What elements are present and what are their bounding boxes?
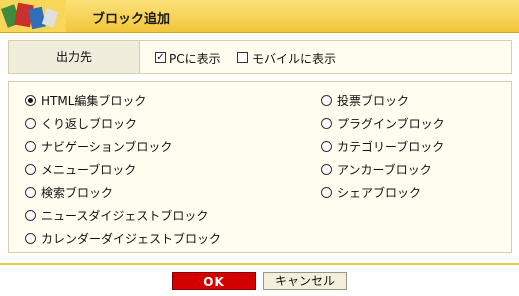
radio-button[interactable]	[25, 210, 36, 221]
block-option-label[interactable]: シェアブロック	[337, 185, 421, 201]
block-option-label[interactable]: メニューブロック	[41, 162, 136, 178]
block-option-label[interactable]: 検索ブロック	[41, 185, 113, 201]
radio-button[interactable]	[321, 187, 332, 198]
output-destination-row: 出力先 ✓ PCに表示 モバイルに表示	[8, 40, 512, 74]
cancel-button[interactable]: キャンセル	[263, 272, 347, 290]
radio-button[interactable]	[25, 187, 36, 198]
pc-display-label[interactable]: PCに表示	[169, 50, 221, 67]
radio-button[interactable]	[25, 95, 36, 106]
title-bar: ブロック追加	[0, 0, 519, 33]
radio-button[interactable]	[321, 141, 332, 152]
mobile-display-checkbox[interactable]	[237, 52, 248, 63]
radio-button[interactable]	[25, 164, 36, 175]
ok-button[interactable]: OK	[172, 272, 256, 290]
block-option-label[interactable]: ナビゲーションブロック	[41, 139, 172, 155]
page-title: ブロック追加	[92, 12, 171, 27]
radio-button[interactable]	[321, 164, 332, 175]
block-option-label[interactable]: カレンダーダイジェストブロック	[41, 231, 221, 247]
mobile-display-label[interactable]: モバイルに表示	[252, 50, 336, 67]
radio-button[interactable]	[321, 95, 332, 106]
output-destination-label: 出力先	[9, 41, 140, 73]
block-option-label[interactable]: くり返しブロック	[41, 116, 137, 132]
radio-button[interactable]	[25, 118, 36, 129]
block-option-label[interactable]: ニュースダイジェストブロック	[41, 208, 208, 224]
pc-display-checkbox[interactable]: ✓	[155, 52, 166, 63]
block-option-label[interactable]: プラグインブロック	[337, 116, 445, 132]
block-option-label[interactable]: 投票ブロック	[337, 93, 409, 109]
block-type-panel: HTML編集ブロック くり返しブロック ナビゲーションブロック メニューブロック…	[8, 81, 512, 253]
radio-button[interactable]	[321, 118, 332, 129]
divider	[0, 263, 519, 265]
block-option-label[interactable]: アンカーブロック	[337, 162, 432, 178]
blocks-logo-icon	[0, 0, 66, 32]
block-option-label[interactable]: カテゴリーブロック	[337, 139, 444, 155]
radio-button[interactable]	[25, 233, 36, 244]
block-option-label[interactable]: HTML編集ブロック	[41, 93, 146, 109]
radio-button[interactable]	[25, 141, 36, 152]
